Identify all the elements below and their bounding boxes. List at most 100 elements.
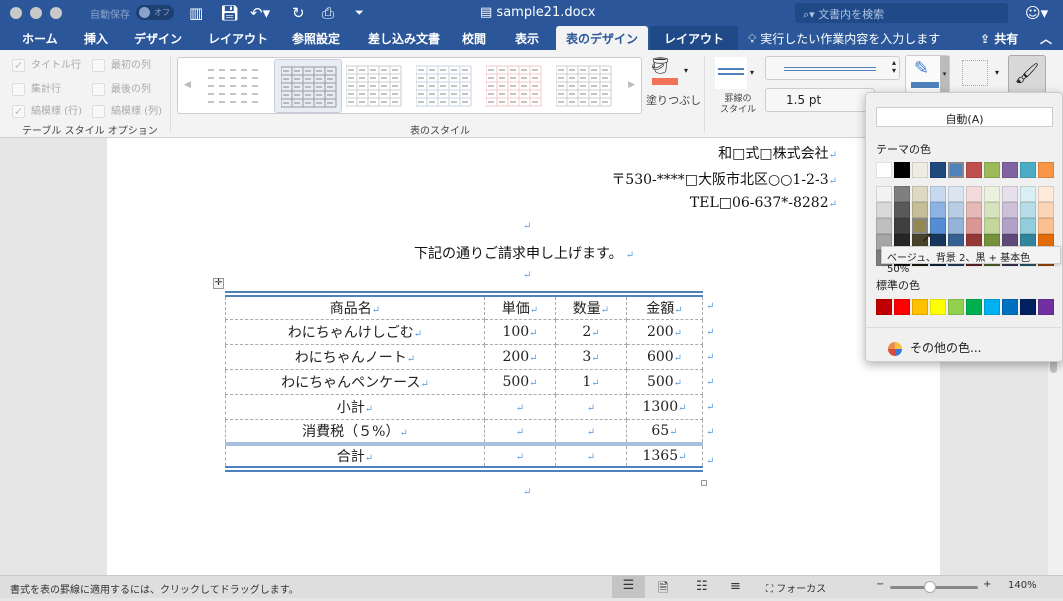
option-2[interactable]: 集計行 bbox=[12, 80, 61, 96]
table-cell[interactable]: ↵ bbox=[555, 418, 627, 445]
theme-shade-swatch[interactable] bbox=[1002, 218, 1018, 234]
table-cell[interactable]: 600↵ bbox=[626, 343, 703, 370]
standard-color-swatch[interactable] bbox=[1038, 299, 1054, 315]
border-styles-dropdown-icon[interactable]: ▾ bbox=[750, 68, 754, 77]
theme-shade-swatch[interactable] bbox=[894, 186, 910, 202]
share-button[interactable]: ⇪ 共有 bbox=[980, 30, 1018, 47]
table-cell[interactable]: 2↵ bbox=[555, 318, 627, 345]
option-5[interactable]: 縞模様 (列) bbox=[92, 102, 162, 118]
minimize-button[interactable] bbox=[30, 7, 42, 19]
gallery-right-arrow-icon[interactable]: ▶ bbox=[628, 80, 635, 90]
table-style-thumbnail[interactable] bbox=[274, 59, 342, 113]
table-cell[interactable]: 65↵ bbox=[626, 418, 703, 445]
theme-shade-swatch[interactable] bbox=[930, 186, 946, 202]
theme-shade-swatch[interactable] bbox=[894, 218, 910, 234]
standard-color-swatch[interactable] bbox=[1020, 299, 1036, 315]
theme-shade-swatch[interactable] bbox=[966, 202, 982, 218]
theme-shade-swatch[interactable] bbox=[966, 186, 982, 202]
table-cell[interactable]: 1300↵ bbox=[626, 393, 703, 420]
table-cell[interactable]: 数量↵ bbox=[555, 293, 627, 320]
theme-shade-swatch[interactable] bbox=[912, 186, 928, 202]
table-cell[interactable]: 合計↵ bbox=[225, 442, 485, 470]
checkbox[interactable] bbox=[12, 82, 25, 96]
theme-shade-swatch[interactable] bbox=[1038, 218, 1054, 234]
standard-color-swatch[interactable] bbox=[948, 299, 964, 315]
table-cell[interactable]: 200↵ bbox=[626, 318, 703, 345]
standard-color-swatch[interactable] bbox=[912, 299, 928, 315]
option-0[interactable]: ✓ タイトル行 bbox=[12, 56, 81, 72]
stepper-icon[interactable]: ▴ ▾ bbox=[892, 59, 896, 75]
theme-color-swatch[interactable] bbox=[1020, 162, 1036, 178]
theme-shade-swatch[interactable] bbox=[1038, 186, 1054, 202]
standard-color-swatch[interactable] bbox=[966, 299, 982, 315]
undo-icon[interactable]: ↶▾ bbox=[250, 4, 270, 22]
standard-color-swatch[interactable] bbox=[984, 299, 1000, 315]
standard-color-swatch[interactable] bbox=[876, 299, 892, 315]
checkbox[interactable]: ✓ bbox=[12, 104, 25, 118]
line-style-select[interactable]: ▴ ▾ bbox=[765, 56, 900, 80]
automatic-color-button[interactable]: 自動(A) bbox=[876, 107, 1053, 127]
table-style-thumbnail[interactable] bbox=[486, 65, 542, 107]
zoom-in-icon[interactable]: + bbox=[983, 579, 991, 590]
table-cell[interactable]: 500↵ bbox=[626, 368, 703, 395]
table-cell[interactable]: 100↵ bbox=[484, 318, 556, 345]
checkbox[interactable] bbox=[92, 82, 105, 96]
checkbox[interactable] bbox=[92, 58, 105, 72]
theme-shade-swatch[interactable] bbox=[1002, 202, 1018, 218]
table-cell[interactable]: 1365↵ bbox=[626, 442, 703, 470]
theme-color-swatch[interactable] bbox=[948, 162, 964, 178]
shading-dropdown-icon[interactable]: ▾ bbox=[684, 66, 688, 75]
table-cell[interactable]: わにちゃんペンケース↵ bbox=[225, 368, 485, 395]
draft-view-icon[interactable]: ≡ bbox=[730, 579, 741, 594]
standard-color-swatch[interactable] bbox=[930, 299, 946, 315]
table-move-handle-icon[interactable]: ✛ bbox=[213, 278, 224, 289]
table-cell[interactable]: 消費税（５%）↵ bbox=[225, 418, 485, 445]
print-icon[interactable]: ⎙ bbox=[322, 4, 334, 22]
theme-color-swatch[interactable] bbox=[894, 162, 910, 178]
table-cell[interactable]: 商品名↵ bbox=[225, 293, 485, 320]
tab-table-design[interactable]: 表のデザイン bbox=[556, 26, 649, 50]
table-resize-handle[interactable] bbox=[701, 480, 707, 486]
theme-shade-swatch[interactable] bbox=[984, 186, 1000, 202]
table-cell[interactable]: ↵ bbox=[484, 442, 556, 470]
checkbox[interactable]: ✓ bbox=[12, 58, 25, 72]
outline-view-icon[interactable]: ☷ bbox=[696, 579, 708, 594]
close-button[interactable] bbox=[10, 7, 22, 19]
tab-view[interactable]: 表示 bbox=[515, 30, 539, 47]
theme-shade-swatch[interactable] bbox=[876, 186, 892, 202]
tab-references[interactable]: 参照設定 bbox=[292, 30, 340, 47]
theme-shade-swatch[interactable] bbox=[912, 202, 928, 218]
border-painter-button[interactable]: 🖌︎ bbox=[1008, 55, 1046, 93]
tell-me-input[interactable]: 💡︎ 実行したい作業内容を入力します bbox=[748, 30, 940, 47]
tab-review[interactable]: 校閲 bbox=[462, 30, 486, 47]
shading-button[interactable]: 🪣︎ bbox=[650, 56, 680, 85]
theme-shade-swatch[interactable] bbox=[876, 218, 892, 234]
search-input[interactable]: ⌕▾ 文書内を検索 bbox=[795, 3, 1008, 23]
theme-shade-swatch[interactable] bbox=[1038, 202, 1054, 218]
table-style-thumbnail[interactable] bbox=[346, 65, 402, 107]
theme-color-swatch[interactable] bbox=[1002, 162, 1018, 178]
option-4[interactable]: ✓ 縞模様 (行) bbox=[12, 102, 82, 118]
option-3[interactable]: 最後の列 bbox=[92, 80, 151, 96]
save-icon[interactable]: 💾︎ bbox=[220, 4, 239, 22]
collapse-ribbon-icon[interactable]: ︿ bbox=[1040, 30, 1052, 47]
pen-color-dropdown-icon[interactable]: ▾ bbox=[940, 56, 949, 92]
theme-shade-swatch[interactable] bbox=[984, 218, 1000, 234]
table-cell[interactable]: 500↵ bbox=[484, 368, 556, 395]
theme-shade-swatch[interactable] bbox=[1020, 218, 1036, 234]
theme-color-swatch[interactable] bbox=[930, 162, 946, 178]
table-cell[interactable]: 小計↵ bbox=[225, 393, 485, 420]
theme-color-swatch[interactable] bbox=[984, 162, 1000, 178]
theme-shade-swatch[interactable] bbox=[1020, 202, 1036, 218]
tab-table-layout[interactable]: レイアウト bbox=[650, 26, 739, 50]
theme-color-swatch[interactable] bbox=[1038, 162, 1054, 178]
table-cell[interactable]: 200↵ bbox=[484, 343, 556, 370]
smiley-feedback-icon[interactable]: ☺▾ bbox=[1025, 4, 1048, 22]
table-cell[interactable]: わにちゃんノート↵ bbox=[225, 343, 485, 370]
redo-icon[interactable]: ↻ bbox=[292, 4, 305, 22]
tab-design[interactable]: デザイン bbox=[134, 30, 182, 47]
table-cell[interactable]: 1↵ bbox=[555, 368, 627, 395]
print-layout-view-icon[interactable]: ☰ bbox=[612, 576, 645, 598]
theme-shade-swatch[interactable] bbox=[894, 202, 910, 218]
theme-shade-swatch[interactable] bbox=[930, 202, 946, 218]
